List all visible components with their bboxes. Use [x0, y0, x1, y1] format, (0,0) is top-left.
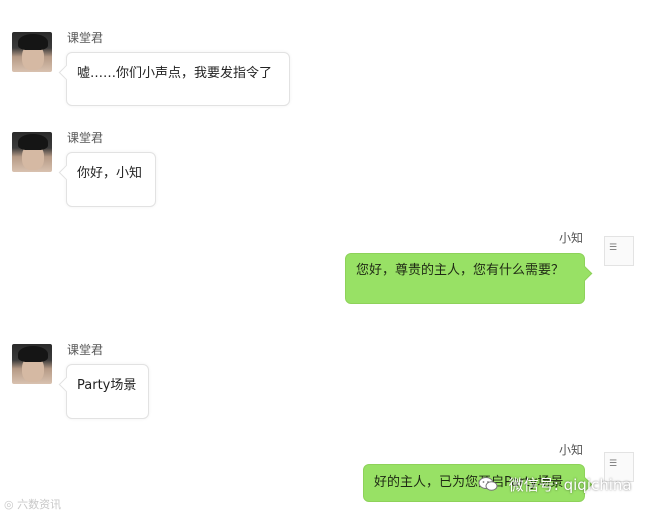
watermark-logo-text: ◎ 六数资讯 [4, 496, 61, 512]
sender-name: 小知 [559, 443, 584, 457]
message-text: Party场景 [77, 378, 137, 393]
avatar[interactable] [12, 344, 52, 384]
message-bubble[interactable]: 嘘……你们小声点，我要发指令了 [66, 52, 290, 106]
avatar[interactable] [12, 132, 52, 172]
wechat-icon [478, 477, 498, 491]
watermark-text: 微信号: qiqichina [508, 476, 632, 494]
message-text: 您好，尊贵的主人，您有什么需要？ [356, 263, 565, 278]
message-bubble[interactable]: 您好，尊贵的主人，您有什么需要？ [345, 253, 585, 304]
avatar[interactable] [12, 32, 52, 72]
sender-name: 课堂君 [67, 131, 104, 145]
avatar[interactable]: ☰ [604, 236, 634, 266]
sender-name: 小知 [559, 231, 584, 245]
wechat-watermark: 微信号: qiqichina [478, 474, 632, 495]
watermark-text: 六数资讯 [17, 498, 62, 511]
assistant-icon: ☰ [609, 243, 618, 253]
message-bubble[interactable]: Party场景 [66, 364, 149, 419]
message-text: 你好，小知 [77, 166, 143, 181]
assistant-icon: ☰ [609, 459, 618, 469]
message-bubble[interactable]: 你好，小知 [66, 152, 156, 207]
sender-name: 课堂君 [67, 31, 104, 45]
sender-name: 课堂君 [67, 343, 104, 357]
watermark-icon: ◎ [4, 498, 14, 511]
message-text: 嘘……你们小声点，我要发指令了 [77, 66, 273, 81]
